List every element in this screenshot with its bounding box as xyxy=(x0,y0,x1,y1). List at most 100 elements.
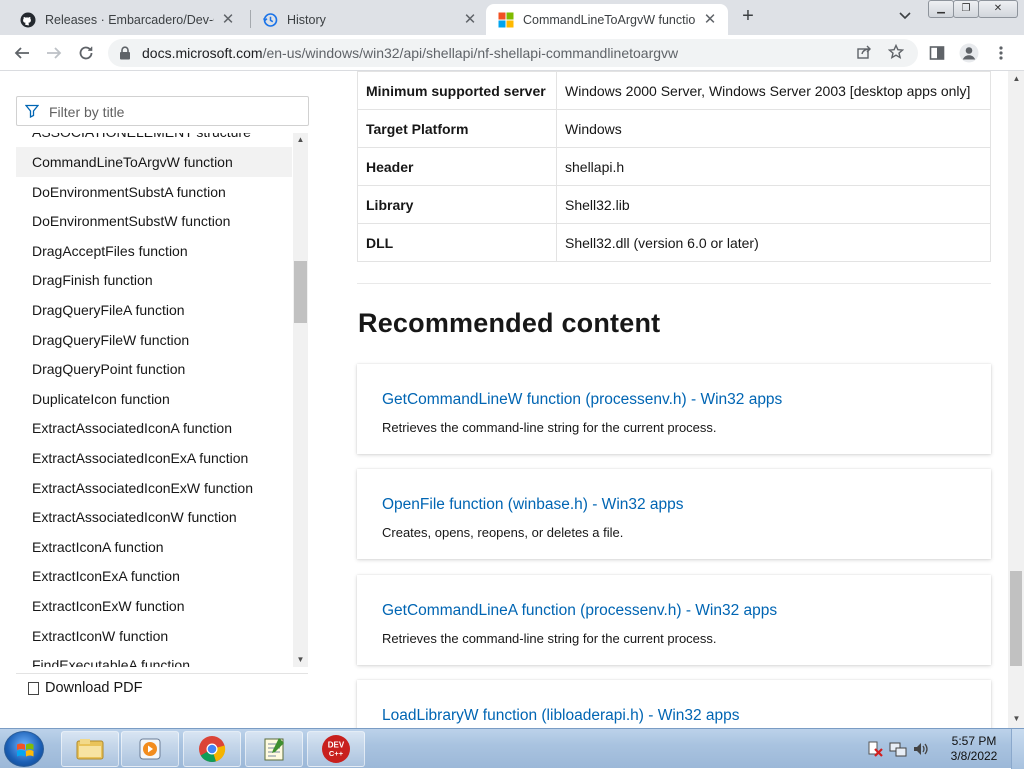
media-player-icon xyxy=(139,738,161,760)
back-arrow-icon xyxy=(14,47,29,59)
recommended-card[interactable]: GetCommandLineA function (processenv.h) … xyxy=(357,575,991,665)
tab-history[interactable]: History ✕ xyxy=(250,4,488,35)
forward-button[interactable] xyxy=(40,39,68,67)
toc-item[interactable]: DragAcceptFiles function xyxy=(32,236,292,266)
taskbar-explorer[interactable] xyxy=(61,731,119,767)
card-description: Creates, opens, reopens, or deletes a fi… xyxy=(382,525,624,540)
taskbar-media-player[interactable] xyxy=(121,731,179,767)
page-content: Filter by title ASSOCIATIONELEMENT struc… xyxy=(0,71,1024,728)
taskbar-notepad[interactable] xyxy=(245,731,303,767)
table-key: Header xyxy=(357,147,557,186)
card-title-link[interactable]: GetCommandLineW function (processenv.h) … xyxy=(382,391,782,409)
minimize-button[interactable]: ▁ xyxy=(928,0,954,18)
toc-scrollbar[interactable]: ▲ ▼ xyxy=(293,133,308,667)
clock[interactable]: 5:57 PM 3/8/2022 xyxy=(946,734,1002,764)
recommended-card[interactable]: LoadLibraryW function (libloaderapi.h) -… xyxy=(357,680,991,728)
close-icon[interactable]: ✕ xyxy=(220,11,236,28)
volume-icon xyxy=(914,743,928,755)
tab-title: CommandLineToArgvW function xyxy=(523,12,696,27)
history-icon xyxy=(262,12,278,28)
bookmark-star-icon[interactable] xyxy=(887,43,905,62)
share-icon[interactable] xyxy=(855,44,873,62)
close-icon[interactable]: ✕ xyxy=(462,11,478,28)
devcpp-icon: DEVC++ xyxy=(322,735,350,763)
maximize-button[interactable]: ❐ xyxy=(953,0,979,18)
address-bar[interactable]: docs.microsoft.com/en-us/windows/win32/a… xyxy=(108,39,918,67)
toc-item[interactable]: ExtractAssociatedIconA function xyxy=(32,413,292,443)
menu-button[interactable] xyxy=(987,39,1015,67)
toc-item[interactable]: ASSOCIATIONELEMENT structure xyxy=(32,133,292,147)
card-description: Retrieves the command-line string for th… xyxy=(382,420,717,435)
toc-item[interactable]: ExtractAssociatedIconW function xyxy=(32,502,292,532)
toc-item[interactable]: ExtractIconExA function xyxy=(32,561,292,591)
window-close-button[interactable]: ✕ xyxy=(978,0,1018,18)
scroll-thumb[interactable] xyxy=(294,261,307,323)
table-row: Target Platform Windows xyxy=(357,109,991,148)
close-icon[interactable]: ✕ xyxy=(702,11,718,28)
recommended-heading: Recommended content xyxy=(358,308,661,338)
table-key: Target Platform xyxy=(357,109,557,148)
toc-item[interactable]: ExtractIconA function xyxy=(32,532,292,562)
toc-item[interactable]: DragQueryFileW function xyxy=(32,325,292,355)
table-value: Windows xyxy=(556,109,991,148)
table-value: shellapi.h xyxy=(556,147,991,186)
download-pdf-link[interactable]: Download PDF xyxy=(28,680,143,696)
card-title-link[interactable]: GetCommandLineA function (processenv.h) … xyxy=(382,602,777,620)
scroll-down-icon[interactable]: ▼ xyxy=(1012,714,1021,723)
show-desktop-button[interactable] xyxy=(1011,729,1024,769)
toc-item[interactable]: DuplicateIcon function xyxy=(32,384,292,414)
download-pdf-label: Download PDF xyxy=(45,680,143,696)
tab-strip: Releases · Embarcadero/Dev-Cpp ✕ History… xyxy=(0,0,1024,35)
chrome-icon xyxy=(199,736,226,763)
pdf-icon xyxy=(28,681,39,695)
toc-item[interactable]: FindExecutableA function xyxy=(32,650,292,667)
toc-item[interactable]: DragQueryPoint function xyxy=(32,354,292,384)
filter-input[interactable]: Filter by title xyxy=(16,96,309,126)
table-row: DLL Shell32.dll (version 6.0 or later) xyxy=(357,223,991,262)
toc-item[interactable]: ExtractAssociatedIconExW function xyxy=(32,473,292,503)
toc-item[interactable]: DragFinish function xyxy=(32,265,292,295)
tab-title: Releases · Embarcadero/Dev-Cpp xyxy=(45,12,214,27)
kebab-menu-icon xyxy=(999,46,1003,60)
side-panel-button[interactable] xyxy=(923,39,951,67)
scroll-up-icon[interactable]: ▲ xyxy=(1012,74,1021,83)
table-key: DLL xyxy=(357,223,557,262)
clock-date: 3/8/2022 xyxy=(950,749,998,763)
section-divider xyxy=(357,283,991,284)
scroll-down-icon[interactable]: ▼ xyxy=(296,655,305,664)
toc-item[interactable]: DragQueryFileA function xyxy=(32,295,292,325)
table-row: Minimum supported server Windows 2000 Ser… xyxy=(357,71,991,110)
profile-button[interactable] xyxy=(955,39,983,67)
taskbar-devcpp[interactable]: DEV C++ xyxy=(307,731,365,767)
reload-button[interactable] xyxy=(72,39,100,67)
forward-arrow-icon xyxy=(47,47,62,59)
page-scrollbar[interactable]: ▲ ▼ xyxy=(1008,71,1024,728)
toc-item[interactable]: ExtractAssociatedIconExA function xyxy=(32,443,292,473)
windows-logo-icon xyxy=(17,743,34,757)
table-value: Windows 2000 Server, Windows Server 2003… xyxy=(556,71,991,110)
toc-item[interactable]: ExtractIconExW function xyxy=(32,591,292,621)
card-description: Retrieves the command-line string for th… xyxy=(382,631,717,646)
card-title-link[interactable]: LoadLibraryW function (libloaderapi.h) -… xyxy=(382,707,740,725)
tab-releases[interactable]: Releases · Embarcadero/Dev-Cpp ✕ xyxy=(8,4,246,35)
scroll-up-icon[interactable]: ▲ xyxy=(296,135,305,144)
table-of-contents: ASSOCIATIONELEMENT structure CommandLine… xyxy=(16,133,308,667)
toc-item-selected[interactable]: CommandLineToArgvW function xyxy=(16,147,292,177)
scroll-thumb[interactable] xyxy=(1010,571,1022,666)
toc-item[interactable]: DoEnvironmentSubstW function xyxy=(32,206,292,236)
tab-search-icon[interactable] xyxy=(896,9,914,25)
tab-commandlinetoargvw[interactable]: CommandLineToArgvW function ✕ xyxy=(486,4,728,35)
back-button[interactable] xyxy=(8,39,36,67)
toc-item[interactable]: DoEnvironmentSubstA function xyxy=(32,177,292,207)
taskbar-chrome[interactable] xyxy=(183,731,241,767)
action-center-icon xyxy=(868,741,883,757)
divider xyxy=(16,673,308,674)
svg-text:C++: C++ xyxy=(329,749,344,758)
toc-item[interactable]: ExtractIconW function xyxy=(32,621,292,651)
new-tab-button[interactable]: + xyxy=(737,6,759,28)
url-text: docs.microsoft.com/en-us/windows/win32/a… xyxy=(142,45,679,61)
start-button[interactable] xyxy=(4,731,44,767)
recommended-card[interactable]: GetCommandLineW function (processenv.h) … xyxy=(357,364,991,454)
card-title-link[interactable]: OpenFile function (winbase.h) - Win32 ap… xyxy=(382,496,684,514)
recommended-card[interactable]: OpenFile function (winbase.h) - Win32 ap… xyxy=(357,469,991,559)
